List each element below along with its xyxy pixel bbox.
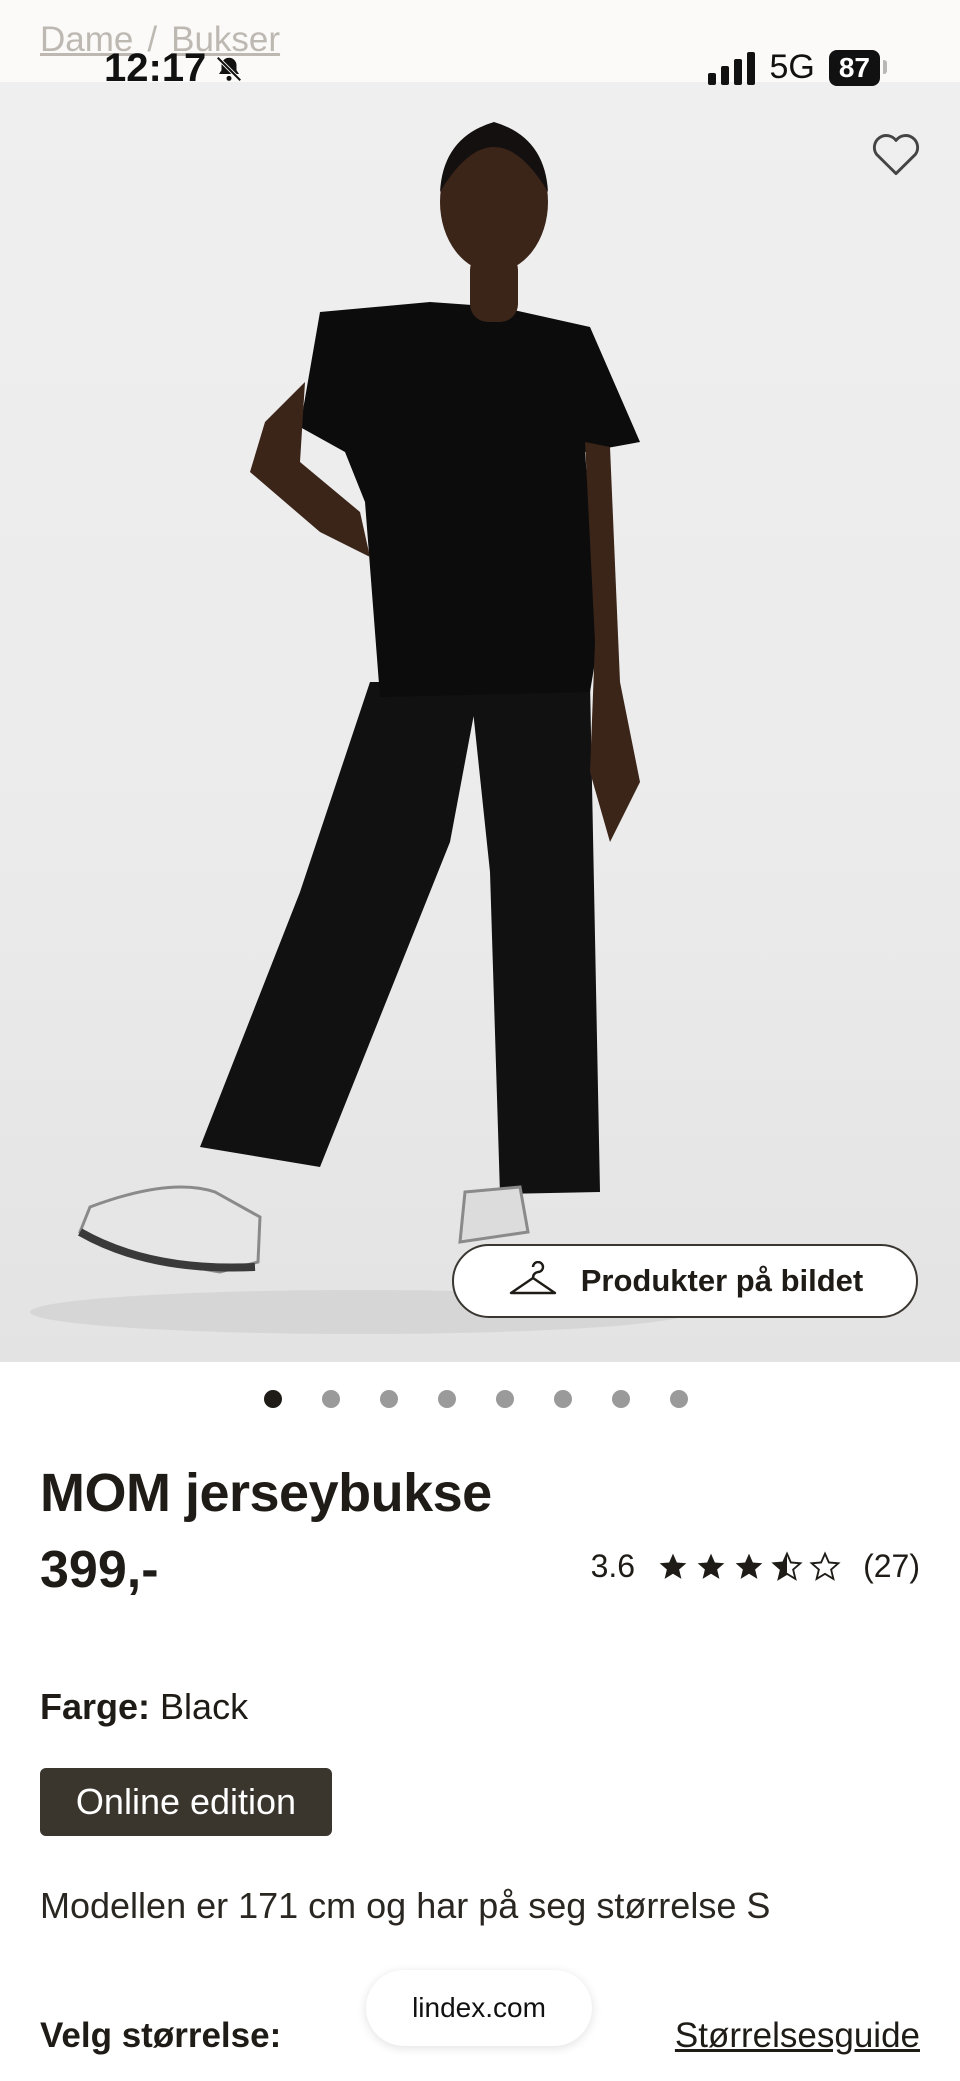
products-in-image-label: Produkter på bildet xyxy=(580,1263,864,1298)
carousel-dot[interactable] xyxy=(322,1390,340,1408)
status-time-text: 12:17 xyxy=(104,46,207,90)
color-info: Farge: Black xyxy=(40,1686,248,1728)
model-photo xyxy=(30,122,690,1334)
bell-slash-icon xyxy=(216,55,242,82)
rating-stars xyxy=(657,1550,841,1583)
select-size-label: Velg størrelse: xyxy=(40,2016,282,2055)
products-in-image-button[interactable]: Produkter på bildet xyxy=(452,1244,918,1318)
product-title: MOM jerseybukse xyxy=(40,1463,492,1523)
online-edition-badge: Online edition xyxy=(40,1768,332,1836)
review-count: (27) xyxy=(863,1548,920,1584)
browser-url-bar[interactable]: lindex.com xyxy=(366,1970,592,2046)
carousel-dot[interactable] xyxy=(264,1390,282,1408)
product-image[interactable]: Produkter på bildet xyxy=(0,82,960,1362)
carousel-dot[interactable] xyxy=(554,1390,572,1408)
carousel-dot[interactable] xyxy=(380,1390,398,1408)
favorite-button[interactable] xyxy=(866,124,926,182)
star-half-icon xyxy=(771,1550,803,1581)
status-indicators: 5G 87 xyxy=(708,48,888,87)
hanger-icon xyxy=(509,1261,556,1295)
url-text: lindex.com xyxy=(412,1992,546,2023)
star-full-icon xyxy=(659,1553,687,1579)
network-label: 5G xyxy=(769,48,815,86)
image-carousel-dots xyxy=(264,1390,688,1408)
signal-icon xyxy=(708,51,756,85)
heart-outline-icon xyxy=(872,134,920,175)
carousel-dot[interactable] xyxy=(612,1390,630,1408)
model-info-text: Modellen er 171 cm og har på seg størrel… xyxy=(40,1885,771,1926)
carousel-dot[interactable] xyxy=(496,1390,514,1408)
carousel-dot[interactable] xyxy=(670,1390,688,1408)
battery-icon: 87 xyxy=(828,49,888,86)
star-empty-icon xyxy=(809,1550,841,1581)
rating-value: 3.6 xyxy=(590,1548,636,1584)
star-full-icon xyxy=(735,1553,763,1579)
product-price: 399,- xyxy=(40,1541,159,1599)
color-label: Farge: xyxy=(40,1686,151,1727)
status-time: 12:17 xyxy=(104,46,244,91)
color-value: Black xyxy=(160,1686,249,1727)
star-full-icon xyxy=(697,1553,725,1579)
carousel-dot[interactable] xyxy=(438,1390,456,1408)
product-rating[interactable]: 3.6 (27) xyxy=(591,1548,920,1585)
size-guide-link[interactable]: Størrelsesguide xyxy=(675,2016,920,2056)
